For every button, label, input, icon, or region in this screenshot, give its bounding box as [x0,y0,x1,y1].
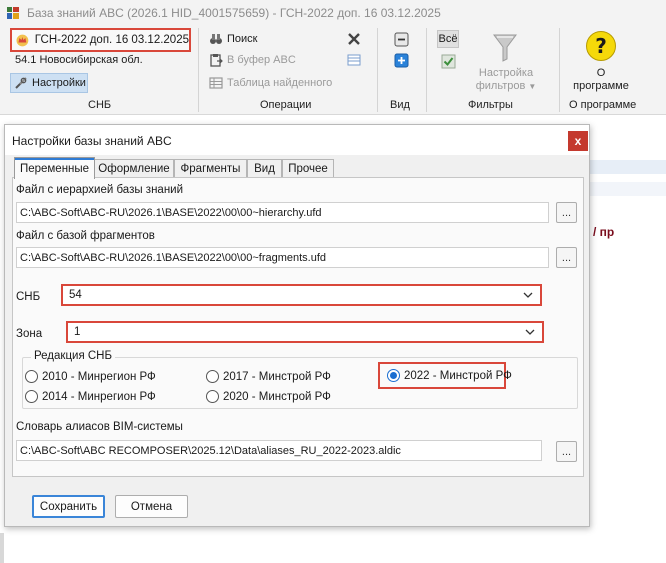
help-icon[interactable]: ? [584,29,618,63]
snb-settings-label: Настройки [32,77,86,89]
chevron-down-icon [523,292,533,298]
found-table-button[interactable]: Таблица найденного [209,76,332,90]
table-icon [209,77,223,89]
filter-settings-label-2: фильтров [475,80,526,92]
snb-select[interactable]: 54 [61,284,542,306]
search-button[interactable]: Поиск [209,32,257,46]
radio-edition-2014[interactable]: 2014 - Минрегион РФ [25,390,156,403]
tab-variables[interactable]: Переменные [14,157,95,179]
search-label: Поиск [227,33,258,45]
group-label-view: Вид [390,99,410,111]
ribbon-separator [198,28,199,112]
zone-select[interactable]: 1 [66,321,544,343]
fragments-file-field[interactable]: C:\ABC-Soft\ABC-RU\2026.1\BASE\2022\00\0… [16,247,549,268]
found-table-label: Таблица найденного [227,77,333,89]
edition-groupbox-title: Редакция СНБ [31,350,116,362]
radio-circle [206,390,219,403]
snb-select-value: 54 [69,289,82,301]
radio-label: 2010 - Минрегион РФ [42,370,156,383]
crown-icon [16,34,29,46]
radio-edition-2017[interactable]: 2017 - Минстрой РФ [206,370,331,383]
cancel-button[interactable]: Отмена [115,495,188,518]
hierarchy-file-field[interactable]: C:\ABC-Soft\ABC-RU\2026.1\BASE\2022\00\0… [16,202,549,223]
collapse-icon[interactable] [392,30,410,48]
dialog-titlebar: Настройки базы знаний ABC x [5,125,589,155]
copy-to-buffer-button[interactable]: В буфер ABC [209,53,296,67]
group-label-operations: Операции [260,99,312,111]
list-row [590,182,666,196]
filter-settings-label-1: Настройка [478,67,534,79]
left-edge [0,533,4,563]
background-fragment-text: / пр [593,225,615,239]
snb-selector[interactable]: ГСН-2022 доп. 16 03.12.2025 [10,28,191,52]
fragments-file-label: Файл с базой фрагментов [16,230,155,242]
app-titlebar: База знаний ABC (2026.1 HID_4001575659) … [0,0,666,26]
group-label-snb: СНБ [88,99,112,111]
radio-edition-2020[interactable]: 2020 - Минстрой РФ [206,390,331,403]
radio-label: 2020 - Минстрой РФ [223,390,331,403]
tab-other[interactable]: Прочее [282,159,334,178]
bim-dictionary-label: Словарь алиасов BIM-системы [16,421,183,433]
save-button[interactable]: Сохранить [32,495,105,518]
tab-fragments[interactable]: Фрагменты [174,159,247,178]
group-label-filters: Фильтры [468,99,513,111]
snb-settings-button[interactable]: Настройки [10,73,88,93]
ribbon-separator [426,28,427,112]
zone-label: Зона [16,328,43,340]
group-label-about: О программе [569,99,637,111]
dialog-title: Настройки базы знаний ABC [12,134,172,148]
tools-icon [15,77,27,89]
svg-text:?: ? [595,34,607,58]
hierarchy-browse-button[interactable]: ... [556,202,577,223]
radio-edition-2010[interactable]: 2010 - Минрегион РФ [25,370,156,383]
snb-label: СНБ [16,291,41,303]
bim-dictionary-browse-button[interactable]: ... [556,441,577,462]
bim-dictionary-field[interactable]: C:\ABC-Soft\ABC RECOMPOSER\2025.12\Data\… [16,440,542,461]
ribbon-separator [559,28,560,112]
radio-circle [25,370,38,383]
radio-label: 2014 - Минрегион РФ [42,390,156,403]
close-icon[interactable] [345,30,363,48]
clipboard-icon [210,54,223,67]
filter-all-button[interactable]: Всё [437,30,459,48]
filter-settings-button[interactable]: Настройка фильтров ▼ [470,67,542,93]
checkbox-check-icon[interactable] [439,53,457,69]
app-logo-icon [7,7,19,19]
tab-view[interactable]: Вид [247,159,282,178]
snb-region: 54.1 Новосибирская обл. [15,54,143,66]
snb-current-label: ГСН-2022 доп. 16 03.12.2025 [34,34,189,46]
app-title: База знаний ABC (2026.1 HID_4001575659) … [27,6,441,20]
chevron-down-icon [525,329,535,335]
dropdown-arrow-icon: ▼ [528,82,537,91]
binoculars-icon [210,34,222,44]
expand-icon[interactable] [392,51,410,69]
dialog-close-button[interactable]: x [568,131,588,151]
radio-circle [206,370,219,383]
about-label-2: программе [573,80,629,92]
radio-circle [25,390,38,403]
funnel-icon[interactable] [491,32,519,64]
hierarchy-file-label: Файл с иерархией базы знаний [16,184,184,196]
settings-dialog: Настройки базы знаний ABC x Переменные О… [4,124,590,527]
tab-panel-variables: Файл с иерархией базы знаний C:\ABC-Soft… [12,177,584,477]
about-label-1: О [596,67,606,79]
radio-edition-2022[interactable]: 2022 - Минстрой РФ [387,369,512,382]
fragments-browse-button[interactable]: ... [556,247,577,268]
list-row-highlight [590,160,666,174]
radio-circle-selected [387,369,400,382]
tab-design[interactable]: Оформление [94,159,174,178]
copy-to-buffer-label: В буфер ABC [227,54,296,66]
ribbon: ГСН-2022 доп. 16 03.12.2025 54.1 Новосиб… [0,26,666,115]
zone-select-value: 1 [74,326,81,338]
radio-label: 2017 - Минстрой РФ [223,370,331,383]
about-button[interactable]: О программе [566,67,636,93]
radio-label: 2022 - Минстрой РФ [404,369,512,382]
ribbon-separator [377,28,378,112]
list-grid-icon[interactable] [345,51,363,69]
